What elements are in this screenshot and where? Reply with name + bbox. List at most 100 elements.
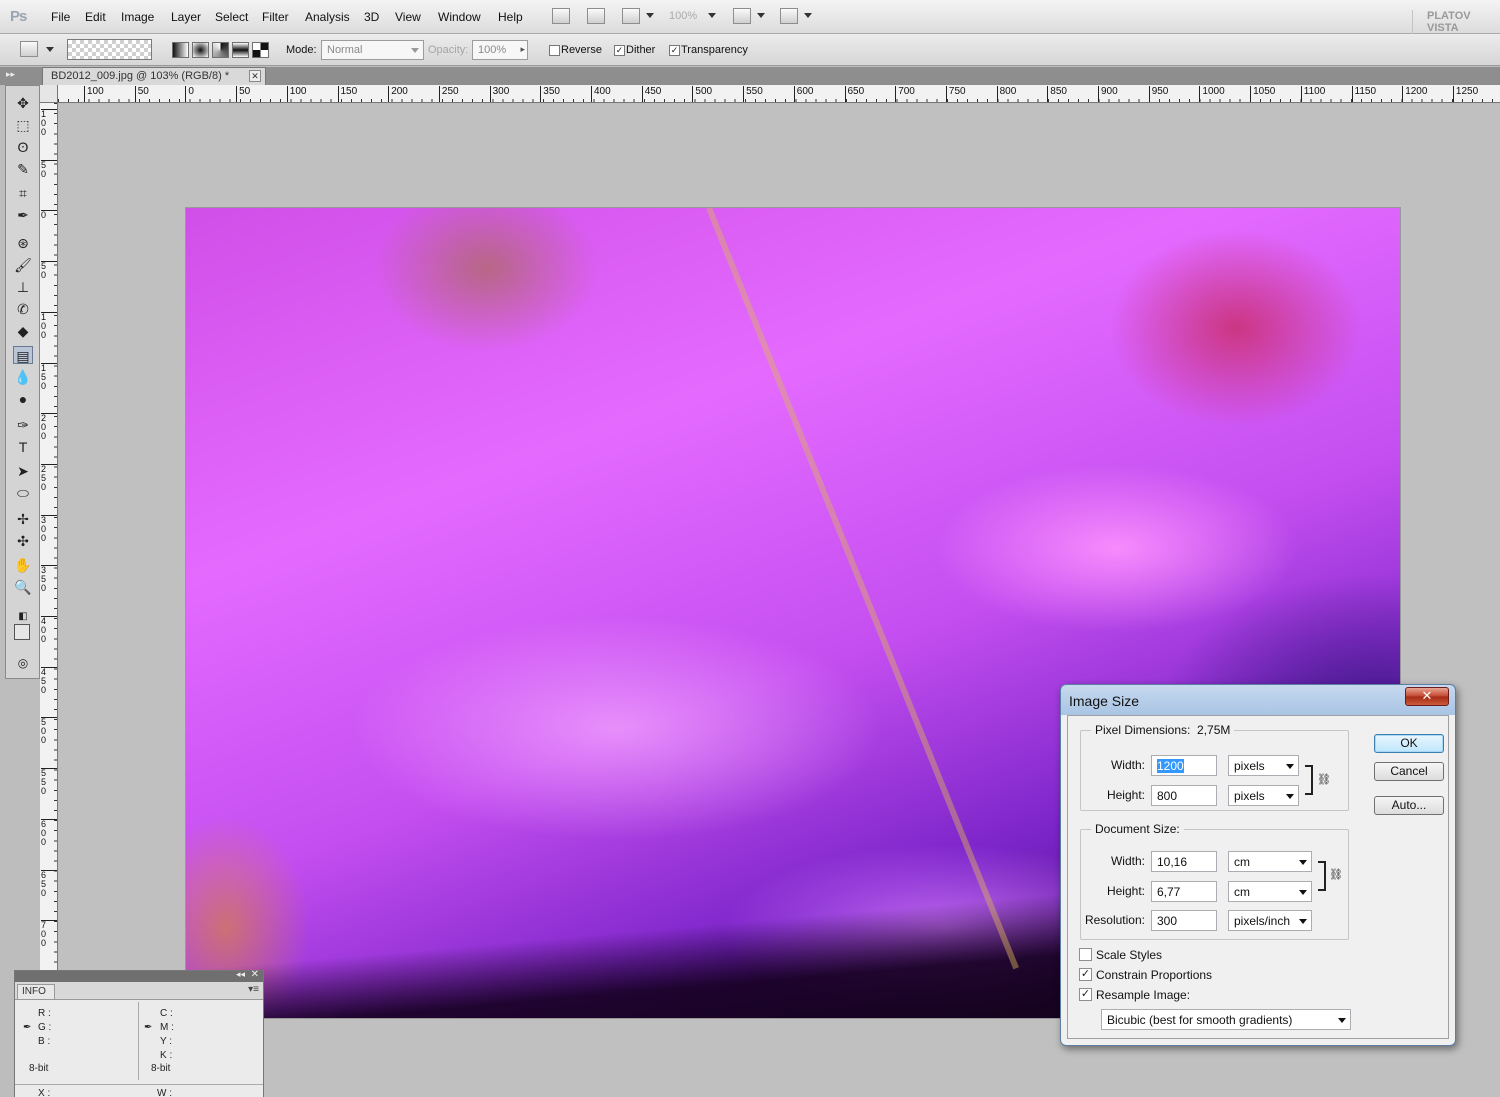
hand-icon[interactable]: ✋	[13, 556, 33, 574]
ruler-origin[interactable]	[40, 85, 58, 103]
workspace-switcher[interactable]: PLATOV VISTA	[1412, 10, 1500, 34]
chevron-down-icon[interactable]	[708, 13, 716, 18]
pd-height-input[interactable]: 800	[1151, 785, 1217, 806]
auto-button[interactable]: Auto...	[1374, 796, 1444, 815]
spot-heal-icon[interactable]: ⊛	[13, 234, 33, 252]
history-brush-icon[interactable]: ✆	[13, 300, 33, 318]
vertical-ruler[interactable]: 100 50 0 50 100 150 200 250 300 350 400 450 500 550 60…	[40, 103, 58, 970]
3d-rotate-icon[interactable]: ✢	[13, 510, 33, 528]
zoom-icon[interactable]: 🔍	[13, 578, 33, 596]
type-icon[interactable]: T	[13, 438, 33, 456]
resolution-unit-select[interactable]: pixels/inch	[1228, 910, 1312, 931]
angle-gradient-icon[interactable]	[212, 42, 229, 58]
dither-checkbox[interactable]: ✓	[614, 45, 625, 56]
transparency-checkbox[interactable]: ✓	[669, 45, 680, 56]
reverse-checkbox[interactable]	[549, 45, 560, 56]
resample-method-select[interactable]: Bicubic (best for smooth gradients)	[1101, 1009, 1351, 1030]
close-icon[interactable]: ✕	[251, 969, 259, 980]
close-icon[interactable]: ✕	[1405, 687, 1449, 706]
panel-menu-icon[interactable]: ▾≡	[248, 984, 259, 995]
constrain-proportions-checkbox[interactable]: ✓	[1079, 968, 1092, 981]
ds-height-unit-select[interactable]: cm	[1228, 881, 1312, 902]
info-w-label: W :	[157, 1088, 172, 1097]
eyedropper-icon[interactable]: ✒	[23, 1022, 31, 1033]
mode-select[interactable]: Normal	[321, 40, 424, 60]
constrain-proportions-label[interactable]: Constrain Proportions	[1096, 968, 1212, 982]
dodge-icon[interactable]: ●	[13, 390, 33, 408]
chevron-right-icon[interactable]: ▸	[520, 44, 525, 55]
resample-image-label[interactable]: Resample Image:	[1096, 988, 1190, 1002]
arrange-documents-icon[interactable]	[733, 8, 751, 24]
document-tab[interactable]: BD2012_009.jpg @ 103% (RGB/8) * ✕	[42, 67, 266, 85]
quick-select-icon[interactable]: ✎	[13, 160, 33, 178]
chevron-down-icon[interactable]	[46, 47, 54, 52]
eyedropper-icon[interactable]: ✒	[144, 1022, 152, 1033]
eyedropper-icon[interactable]: ✒	[13, 206, 33, 224]
reflected-gradient-icon[interactable]	[232, 42, 249, 58]
quick-mask-icon[interactable]: ◎	[13, 654, 33, 672]
collapse-icon[interactable]: ◂◂	[236, 969, 245, 980]
shape-icon[interactable]: ⬭	[13, 484, 33, 502]
menu-window[interactable]: Window	[438, 10, 481, 24]
resample-image-checkbox[interactable]: ✓	[1079, 988, 1092, 1001]
ds-width-label: Width:	[1110, 854, 1145, 868]
opacity-field[interactable]: 100% ▸	[472, 40, 528, 60]
screen-mode-icon[interactable]	[780, 8, 798, 24]
ruler-tick-label: 1200	[1402, 86, 1427, 102]
menu-layer[interactable]: Layer	[171, 10, 201, 24]
menu-select[interactable]: Select	[215, 10, 248, 24]
tool-preset-icon[interactable]	[20, 41, 38, 57]
menu-image[interactable]: Image	[121, 10, 154, 24]
ok-button[interactable]: OK	[1374, 734, 1444, 753]
diamond-gradient-icon[interactable]	[252, 42, 269, 58]
tab-info[interactable]: INFO	[17, 984, 55, 999]
chevron-down-icon	[1299, 890, 1307, 895]
chevron-down-icon[interactable]	[646, 13, 654, 18]
pd-width-input[interactable]: 1200	[1151, 755, 1217, 776]
view-extras-icon[interactable]	[622, 8, 640, 24]
info-panel-titlebar[interactable]: ◂◂ ✕	[15, 969, 263, 982]
scale-styles-label[interactable]: Scale Styles	[1096, 948, 1162, 962]
brush-icon[interactable]: 🖌	[13, 256, 33, 274]
cancel-button[interactable]: Cancel	[1374, 762, 1444, 781]
ds-width-unit-select[interactable]: cm	[1228, 851, 1312, 872]
pd-height-unit-select[interactable]: pixels	[1228, 785, 1299, 806]
gradient-icon[interactable]: ▤	[13, 346, 33, 364]
menu-filter[interactable]: Filter	[262, 10, 289, 24]
blur-icon[interactable]: 💧	[13, 368, 33, 386]
crop-icon[interactable]: ⌗	[13, 184, 33, 202]
gradient-preview[interactable]	[67, 39, 152, 60]
chevron-down-icon[interactable]	[804, 13, 812, 18]
move-icon[interactable]: ✥	[13, 94, 33, 112]
bridge-icon[interactable]	[552, 8, 570, 24]
ruler-tick-label: 50	[41, 159, 57, 179]
eraser-icon[interactable]: ◆	[13, 322, 33, 340]
horizontal-ruler[interactable]: 100 50 0 50 100 150 200 250 300 350 400 450 500 550 60…	[58, 85, 1500, 103]
menu-edit[interactable]: Edit	[85, 10, 106, 24]
foreground-color-swatch[interactable]	[14, 624, 30, 640]
clone-stamp-icon[interactable]: ⊥	[13, 278, 33, 296]
3d-orbit-icon[interactable]: ✣	[13, 532, 33, 550]
mini-bridge-icon[interactable]	[587, 8, 605, 24]
resolution-input[interactable]: 300	[1151, 910, 1217, 931]
expand-panels-icon[interactable]: ▸▸	[6, 69, 15, 80]
chevron-down-icon[interactable]	[757, 13, 765, 18]
default-colors-icon[interactable]: ◧	[13, 608, 33, 626]
ds-height-input[interactable]: 6,77	[1151, 881, 1217, 902]
menu-help[interactable]: Help	[498, 10, 523, 24]
menu-analysis[interactable]: Analysis	[305, 10, 350, 24]
menu-3d[interactable]: 3D	[364, 10, 379, 24]
pd-width-unit-select[interactable]: pixels	[1228, 755, 1299, 776]
menu-file[interactable]: File	[51, 10, 70, 24]
zoom-level[interactable]: 100%	[669, 10, 697, 22]
linear-gradient-icon[interactable]	[172, 42, 189, 58]
marquee-icon[interactable]: ⬚	[13, 116, 33, 134]
ds-width-input[interactable]: 10,16	[1151, 851, 1217, 872]
scale-styles-checkbox[interactable]	[1079, 948, 1092, 961]
path-select-icon[interactable]: ➤	[13, 462, 33, 480]
pen-icon[interactable]: ✑	[13, 416, 33, 434]
menu-view[interactable]: View	[395, 10, 421, 24]
lasso-icon[interactable]: ʘ	[13, 138, 33, 156]
close-icon[interactable]: ✕	[249, 70, 261, 82]
radial-gradient-icon[interactable]	[192, 42, 209, 58]
